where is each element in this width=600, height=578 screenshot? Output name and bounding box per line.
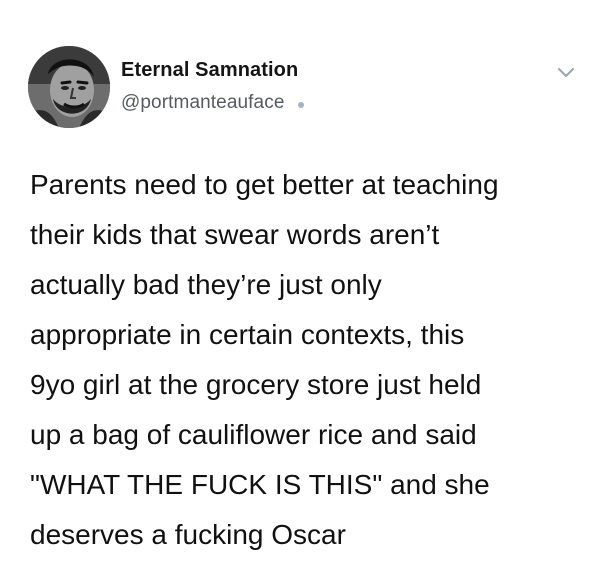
dot-icon — [298, 101, 305, 108]
avatar[interactable] — [28, 46, 110, 128]
author-display-name[interactable]: Eternal Samnation — [121, 59, 298, 82]
chevron-down-icon[interactable] — [555, 63, 577, 81]
author-handle[interactable]: @portmanteauface — [121, 92, 284, 114]
avatar-image — [28, 46, 110, 128]
author-meta: @portmanteauface — [121, 92, 305, 114]
tweet-card: Eternal Samnation @portmanteauface Paren… — [0, 0, 600, 578]
tweet-text: Parents need to get better at teaching t… — [30, 169, 499, 550]
